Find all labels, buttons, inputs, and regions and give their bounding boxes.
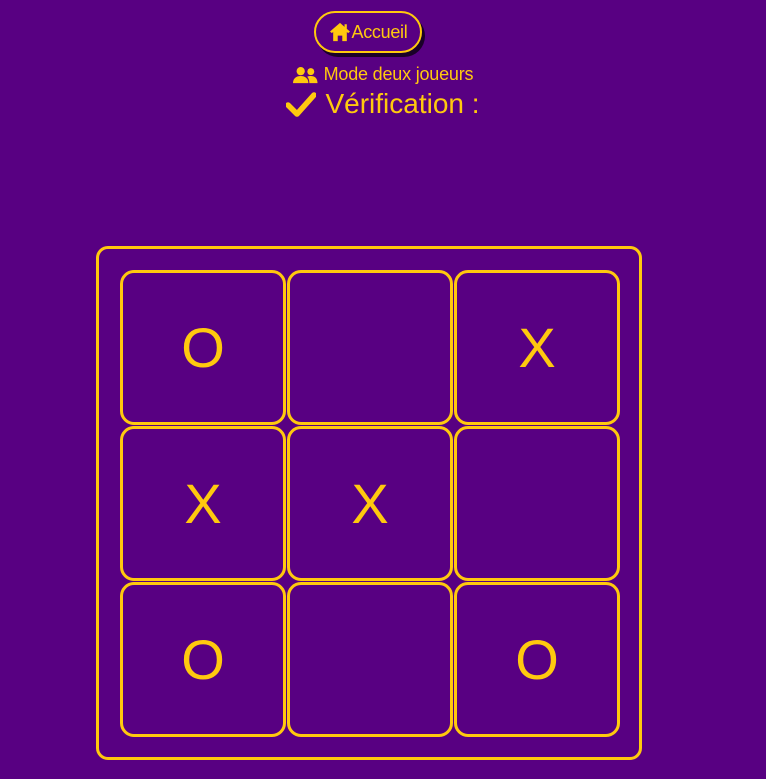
board-cell-2[interactable] — [287, 270, 453, 425]
home-button-label: Accueil — [351, 21, 408, 42]
home-icon — [329, 22, 350, 42]
users-icon — [292, 66, 318, 83]
board-cell-8[interactable] — [287, 582, 453, 737]
game-mode-label: Mode deux joueurs — [323, 64, 474, 84]
board-cell-9[interactable]: O — [454, 582, 620, 737]
verification-label: Vérification : — [325, 88, 480, 119]
board-cell-3[interactable]: X — [454, 270, 620, 425]
game-mode: Mode deux joueurs — [0, 64, 766, 85]
verification-status: Vérification : — [0, 88, 766, 120]
game-board: O X X X O O — [96, 246, 642, 760]
board-cell-4[interactable]: X — [120, 426, 286, 581]
check-icon — [286, 92, 317, 117]
home-button[interactable]: Accueil — [314, 11, 422, 53]
board-cell-1[interactable]: O — [120, 270, 286, 425]
board-cell-6[interactable] — [454, 426, 620, 581]
board-cell-5[interactable]: X — [287, 426, 453, 581]
game-page: Accueil Mode deux joueurs Vérification :… — [0, 0, 766, 779]
board-cell-7[interactable]: O — [120, 582, 286, 737]
